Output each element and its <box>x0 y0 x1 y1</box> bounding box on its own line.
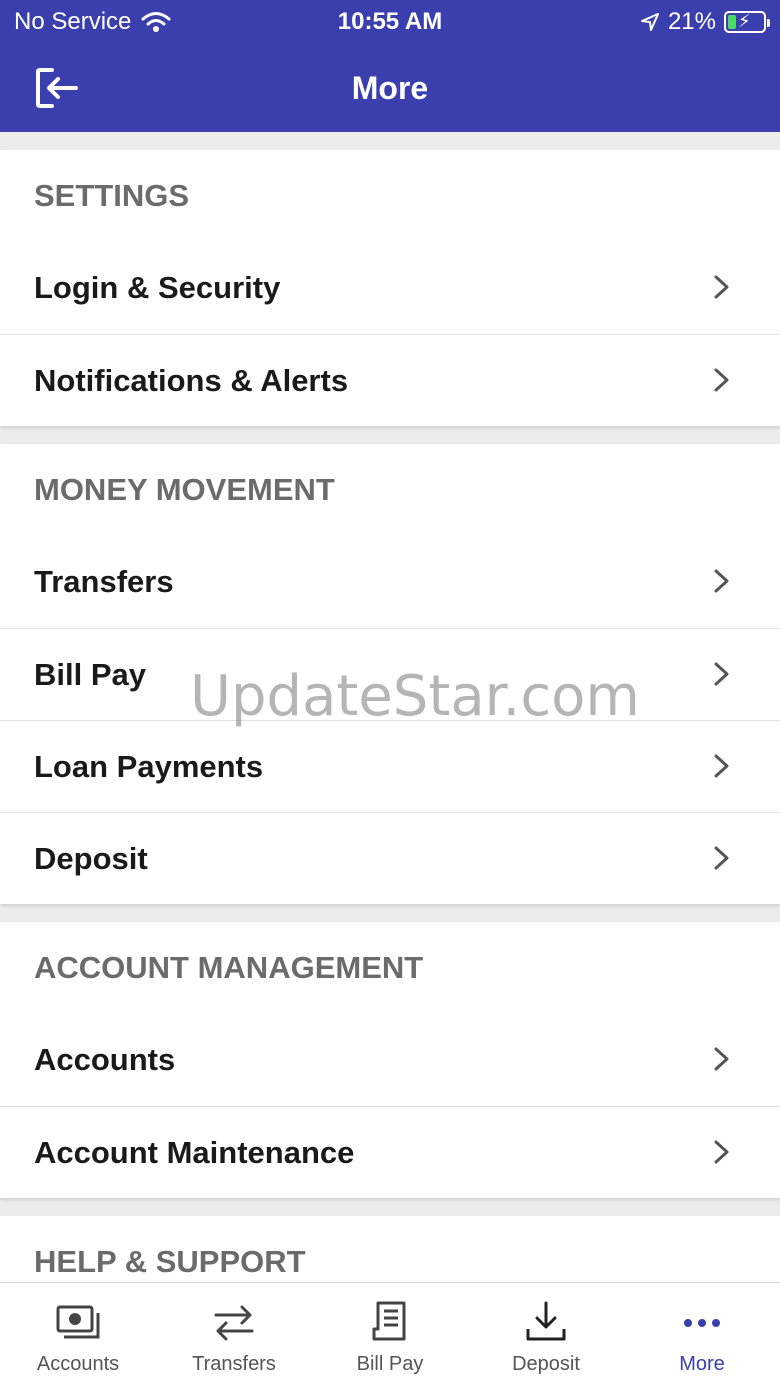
app-header: No Service 10:55 AM 21% ⚡ More <box>0 0 780 132</box>
tab-bill-pay[interactable]: Bill Pay <box>312 1283 468 1387</box>
row-label: Notifications & Alerts <box>34 362 349 398</box>
transfers-row[interactable]: Transfers <box>0 536 780 628</box>
section-title: MONEY MOVEMENT <box>34 472 335 507</box>
chevron-right-icon <box>714 569 729 593</box>
status-right: 21% ⚡ <box>640 8 770 36</box>
download-icon <box>526 1301 566 1341</box>
section-title: HELP & SUPPORT <box>34 1244 306 1279</box>
tab-more[interactable]: More <box>624 1283 780 1387</box>
receipt-icon <box>372 1301 406 1341</box>
tab-label: Bill Pay <box>356 1353 424 1375</box>
row-label: Accounts <box>34 1042 176 1077</box>
tab-deposit[interactable]: Deposit <box>468 1283 624 1387</box>
chevron-right-icon <box>714 275 729 299</box>
tab-label: Deposit <box>512 1353 580 1375</box>
row-label: Account Maintenance <box>34 1134 355 1170</box>
account-maintenance-row[interactable]: Account Maintenance <box>0 1106 780 1198</box>
more-dots-icon <box>684 1319 720 1327</box>
battery-icon: ⚡ <box>724 11 770 33</box>
row-label: Deposit <box>34 840 148 876</box>
settings-section: SETTINGS Login & Security Notifications … <box>0 150 780 426</box>
row-label: Loan Payments <box>34 748 264 784</box>
section-title: SETTINGS <box>34 178 190 213</box>
tab-label: Accounts <box>36 1353 120 1375</box>
row-label: Bill Pay <box>34 656 146 692</box>
account-management-section: ACCOUNT MANAGEMENT Accounts Account Main… <box>0 922 780 1198</box>
chevron-right-icon <box>714 368 729 392</box>
nav-bar: More <box>0 52 780 124</box>
page-title: More <box>351 70 429 106</box>
location-arrow-icon <box>640 13 659 31</box>
money-movement-section: MONEY MOVEMENT Transfers Bill Pay Loan P… <box>0 444 780 904</box>
section-title: ACCOUNT MANAGEMENT <box>34 950 424 985</box>
transfer-arrows-icon <box>214 1305 254 1341</box>
chevron-right-icon <box>714 846 729 870</box>
chevron-right-icon <box>714 754 729 778</box>
accounts-row[interactable]: Accounts <box>0 1014 780 1106</box>
tab-label: Transfers <box>192 1353 276 1375</box>
row-label: Transfers <box>34 564 174 599</box>
battery-percent: 21% <box>667 8 716 35</box>
status-bar: No Service 10:55 AM 21% ⚡ <box>0 0 780 44</box>
bill-pay-row[interactable]: Bill Pay <box>0 628 780 720</box>
login-security-row[interactable]: Login & Security <box>0 242 780 334</box>
row-label: Login & Security <box>34 270 281 305</box>
notifications-alerts-row[interactable]: Notifications & Alerts <box>0 334 780 426</box>
chevron-right-icon <box>714 662 729 686</box>
help-support-section: HELP & SUPPORT <box>0 1216 780 1282</box>
chevron-right-icon <box>714 1140 729 1164</box>
chevron-right-icon <box>714 1047 729 1071</box>
deposit-row[interactable]: Deposit <box>0 812 780 904</box>
loan-payments-row[interactable]: Loan Payments <box>0 720 780 812</box>
tab-label: More <box>679 1353 725 1375</box>
tab-accounts[interactable]: Accounts <box>0 1283 156 1387</box>
tab-transfers[interactable]: Transfers <box>156 1283 312 1387</box>
cash-icon <box>56 1305 100 1339</box>
bottom-tab-bar: Accounts Transfers Bill Pay Deposit More <box>0 1282 780 1387</box>
more-menu-list: SETTINGS Login & Security Notifications … <box>0 132 780 1282</box>
